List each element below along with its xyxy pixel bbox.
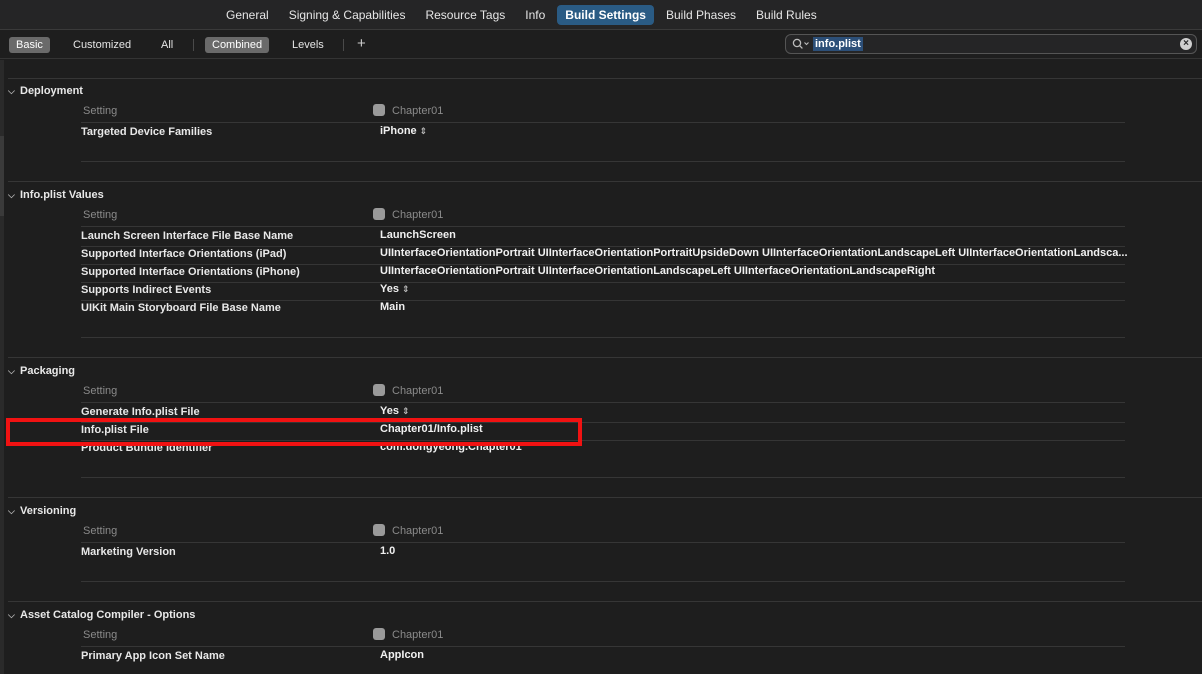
popup-stepper-icon: ⇕	[419, 126, 428, 136]
setting-row[interactable]: UIKit Main Storyboard File Base Name Mai…	[81, 300, 1125, 318]
editor-tab-bar: General Signing & Capabilities Resource …	[0, 0, 1202, 30]
column-header-setting: Setting	[83, 209, 118, 221]
section-divider	[8, 601, 1202, 602]
section-divider	[8, 357, 1202, 358]
setting-name: UIKit Main Storyboard File Base Name	[81, 302, 281, 314]
tab-signing-capabilities[interactable]: Signing & Capabilities	[281, 5, 414, 25]
target-column-header: Chapter01	[373, 104, 443, 118]
section-title: Asset Catalog Compiler - Options	[20, 609, 196, 621]
popup-stepper-icon: ⇕	[401, 406, 410, 416]
filter-customized-button[interactable]: Customized	[66, 37, 138, 53]
chevron-down-icon: ⌵	[8, 610, 15, 620]
setting-row[interactable]: Supported Interface Orientations (iPhone…	[81, 264, 1125, 283]
target-icon	[373, 208, 385, 220]
clear-search-icon[interactable]: ×	[1180, 38, 1192, 50]
setting-value[interactable]: UIInterfaceOrientationPortrait UIInterfa…	[380, 247, 1192, 259]
section-title: Info.plist Values	[20, 189, 104, 201]
setting-name: Marketing Version	[81, 546, 176, 558]
section-divider	[8, 497, 1202, 498]
chevron-down-icon: ⌵	[8, 86, 15, 96]
add-setting-button[interactable]: +	[357, 35, 366, 53]
chevron-down-icon: ⌵	[8, 506, 15, 516]
tab-build-rules[interactable]: Build Rules	[748, 5, 825, 25]
setting-value[interactable]: Yes ⇕	[380, 283, 1190, 295]
filter-divider	[193, 39, 194, 51]
setting-value[interactable]: Yes ⇕	[380, 405, 1190, 417]
setting-name: Primary App Icon Set Name	[81, 650, 225, 662]
search-field[interactable]: info.plist ×	[785, 34, 1197, 54]
column-header-setting: Setting	[83, 385, 118, 397]
setting-row[interactable]: Launch Screen Interface File Base Name L…	[81, 228, 1125, 247]
column-header-setting: Setting	[83, 105, 118, 117]
section-title: Packaging	[20, 365, 76, 377]
build-settings-list: ⌵ Deployment Setting Chapter01 Targeted D…	[4, 60, 1202, 674]
chevron-down-icon: ⌵	[8, 366, 15, 376]
popup-stepper-icon: ⇕	[401, 284, 410, 294]
search-input[interactable]: info.plist	[813, 37, 863, 51]
highlight-annotation-box	[6, 418, 582, 446]
column-header-setting: Setting	[83, 629, 118, 641]
setting-name: Generate Info.plist File	[81, 406, 200, 418]
setting-value[interactable]: AppIcon	[380, 649, 1190, 661]
target-column-header: Chapter01	[373, 208, 443, 222]
section-title: Deployment	[20, 85, 83, 97]
setting-row[interactable]: Primary App Icon Set Name AppIcon	[81, 648, 1125, 666]
filter-all-button[interactable]: All	[154, 37, 180, 53]
target-column-header: Chapter01	[373, 524, 443, 538]
section-packaging-header[interactable]: ⌵ Packaging	[8, 363, 75, 379]
setting-value[interactable]: 1.0	[380, 545, 1190, 557]
search-icon	[792, 38, 809, 49]
setting-value[interactable]: LaunchScreen	[380, 229, 1190, 241]
setting-value[interactable]: iPhone ⇕	[380, 125, 1190, 137]
filter-divider	[343, 39, 344, 51]
target-column-header: Chapter01	[373, 628, 443, 642]
setting-row[interactable]: Supports Indirect Events Yes ⇕	[81, 282, 1125, 301]
tab-info[interactable]: Info	[517, 5, 553, 25]
setting-name: Supported Interface Orientations (iPhone…	[81, 266, 300, 278]
tab-general[interactable]: General	[218, 5, 277, 25]
setting-row[interactable]: Supported Interface Orientations (iPad) …	[81, 246, 1128, 265]
filter-combined-button[interactable]: Combined	[205, 37, 270, 53]
tab-list: General Signing & Capabilities Resource …	[218, 5, 825, 25]
section-deployment-header[interactable]: ⌵ Deployment	[8, 83, 83, 99]
setting-name: Supports Indirect Events	[81, 284, 212, 296]
section-versioning-header[interactable]: ⌵ Versioning	[8, 503, 76, 519]
section-title: Versioning	[20, 505, 77, 517]
tab-build-settings[interactable]: Build Settings	[557, 5, 654, 25]
setting-row[interactable]: Targeted Device Families iPhone ⇕	[81, 124, 1125, 142]
tab-resource-tags[interactable]: Resource Tags	[417, 5, 513, 25]
target-column-header: Chapter01	[373, 384, 443, 398]
target-icon	[373, 628, 385, 640]
target-icon	[373, 104, 385, 116]
filter-basic-button[interactable]: Basic	[9, 37, 50, 53]
section-infoplist-values-header[interactable]: ⌵ Info.plist Values	[8, 187, 104, 203]
setting-name: Launch Screen Interface File Base Name	[81, 230, 294, 242]
column-header-setting: Setting	[83, 525, 118, 537]
chevron-down-icon: ⌵	[8, 190, 15, 200]
setting-row[interactable]: Marketing Version 1.0	[81, 544, 1125, 562]
setting-value[interactable]: UIInterfaceOrientationPortrait UIInterfa…	[380, 265, 1190, 277]
setting-name: Supported Interface Orientations (iPad)	[81, 248, 287, 260]
section-divider	[8, 78, 1202, 79]
target-icon	[373, 384, 385, 396]
target-icon	[373, 524, 385, 536]
section-divider	[8, 181, 1202, 182]
setting-name: Targeted Device Families	[81, 126, 213, 138]
tab-build-phases[interactable]: Build Phases	[658, 5, 744, 25]
setting-value[interactable]: Main	[380, 301, 1190, 313]
filter-levels-button[interactable]: Levels	[285, 37, 331, 53]
section-asset-catalog-header[interactable]: ⌵ Asset Catalog Compiler - Options	[8, 607, 195, 623]
